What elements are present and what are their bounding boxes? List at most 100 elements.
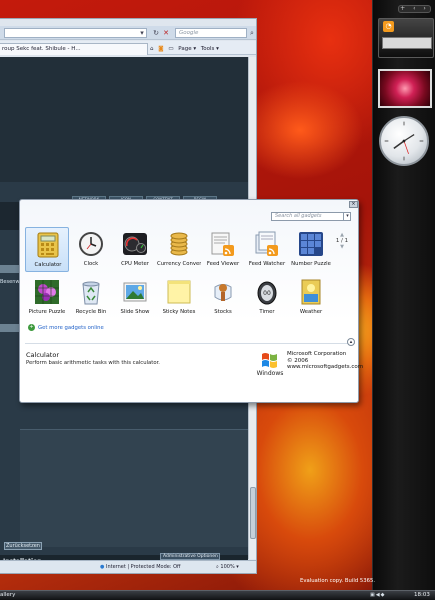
- gadget-tile-slide-show[interactable]: Slide Show: [113, 275, 157, 320]
- taskbar-item-gallery[interactable]: allery: [0, 591, 20, 600]
- gadget-tile-stocks[interactable]: Stocks: [201, 275, 245, 320]
- page-down-icon[interactable]: ▼: [333, 244, 351, 250]
- close-button[interactable]: ×: [349, 201, 358, 208]
- timer-icon: 00: [257, 281, 277, 305]
- gadget-label: Timer: [259, 309, 275, 315]
- clock-time[interactable]: 18:03: [414, 591, 430, 600]
- gadget-tile-sticky-notes[interactable]: Sticky Notes: [157, 275, 201, 320]
- hide-details-button[interactable]: ▴: [347, 338, 355, 346]
- print-icon[interactable]: ▭: [168, 44, 173, 54]
- tab-row: roup Sekc feat. Shibule - H... ⌂ ◙ ▭ Pag…: [0, 41, 256, 55]
- page-left-strip: [0, 324, 20, 332]
- gadget-search-input[interactable]: Search all gadgets ▾: [271, 212, 351, 221]
- windows-sidebar: + ‹ › ◔: [372, 0, 435, 590]
- gadget-tile-feed-viewer[interactable]: Feed Viewer: [201, 227, 245, 272]
- clock-gadget[interactable]: [379, 116, 429, 166]
- gadget-label: Clock: [83, 261, 99, 267]
- details-title: Calculator: [26, 351, 60, 359]
- gadget-tile-weather[interactable]: Weather: [289, 275, 333, 320]
- gadget-tile-timer[interactable]: 00 Timer: [245, 275, 289, 320]
- gadget-label: Weather: [299, 309, 323, 315]
- rss-icon: ◔: [383, 21, 394, 32]
- security-zone-label: ● Internet | Protected Mode: Off: [100, 564, 181, 570]
- gadget-label: Feed Watcher: [248, 261, 286, 267]
- search-input[interactable]: Google: [175, 28, 247, 38]
- stop-icon[interactable]: ✕: [161, 28, 171, 38]
- evaluation-watermark: Evaluation copy. Build 5365.: [300, 578, 376, 584]
- page-left-label: Besenw: [0, 279, 20, 285]
- slideshow-gadget[interactable]: [378, 69, 432, 108]
- calculator-icon: [37, 232, 59, 258]
- taskbar: allery ▣◀◆ 18:03: [0, 590, 435, 600]
- page-indicator: ▲ 1 / 1 ▼: [333, 232, 351, 260]
- cpu-meter-icon: [123, 233, 147, 255]
- page-left-strip: [0, 265, 20, 273]
- tools-menu[interactable]: Tools ▾: [201, 44, 219, 54]
- admin-options-select[interactable]: Administrative Optionen: [160, 553, 220, 560]
- status-bar: ● Internet | Protected Mode: Off ⌕ 100% …: [0, 560, 256, 573]
- gadget-gallery-window[interactable]: × Search all gadgets ▾ Calculator Clock …: [19, 199, 363, 403]
- get-more-gadgets-link[interactable]: + Get more gadgets online: [28, 324, 148, 332]
- gadget-tile-picture-puzzle[interactable]: Picture Puzzle: [25, 275, 69, 320]
- sidebar-controls[interactable]: + ‹ ›: [398, 5, 431, 13]
- home-icon[interactable]: ⌂: [150, 44, 154, 54]
- globe-icon: ●: [100, 564, 105, 570]
- gadget-tile-calculator[interactable]: Calculator: [25, 227, 69, 272]
- gadget-label: Stocks: [214, 309, 232, 315]
- publisher-url[interactable]: www.microsoftgadgets.com: [287, 364, 363, 371]
- dropdown-arrow-icon[interactable]: ▾: [137, 28, 147, 38]
- feed-headlines-gadget[interactable]: ◔: [378, 18, 434, 58]
- page-panel: [20, 429, 248, 547]
- address-field[interactable]: ▾: [4, 28, 147, 38]
- windows-logo: Windows: [257, 353, 284, 377]
- globe-plus-icon: +: [28, 324, 35, 331]
- desktop-wallpaper: ▾ ↻ ✕ Google ⌕ roup Sekc feat. Shibule -…: [0, 0, 435, 600]
- stocks-icon: [214, 284, 232, 301]
- zoom-icon: ⌕: [216, 564, 219, 570]
- gadget-label: Feed Viewer: [206, 261, 240, 267]
- gadget-grid: Calculator Clock CPU Meter Currency Conv…: [25, 227, 333, 321]
- gadget-tile-recycle-bin[interactable]: Recycle Bin: [69, 275, 113, 320]
- feed-bar: [382, 37, 432, 49]
- gadget-tile-number-puzzle[interactable]: Number Puzzle: [289, 227, 333, 272]
- gadget-tile-currency[interactable]: Currency Convers...: [157, 227, 201, 272]
- weather-icon: [301, 279, 321, 305]
- zoom-level[interactable]: ⌕ 100% ▾: [216, 561, 239, 573]
- svg-text:Windows: Windows: [257, 370, 284, 377]
- tab-active[interactable]: roup Sekc feat. Shibule - H...: [0, 43, 148, 55]
- details-divider: [25, 343, 355, 344]
- page-menu[interactable]: Page ▾: [178, 44, 196, 54]
- gadget-label: CPU Meter: [121, 261, 149, 267]
- gadget-label: Calculator: [34, 262, 62, 268]
- chevron-down-icon[interactable]: ▾: [343, 212, 351, 221]
- gadget-tile-clock[interactable]: Clock: [69, 227, 113, 272]
- gadget-tile-feed-watcher[interactable]: Feed Watcher: [245, 227, 289, 272]
- gadget-label: Number Puzzle: [291, 261, 331, 267]
- refresh-icon[interactable]: ↻: [151, 28, 161, 38]
- sticky-notes-icon: [167, 280, 191, 304]
- recycle-bin-icon: [82, 281, 100, 305]
- scrollbar-thumb[interactable]: [250, 487, 256, 539]
- currency-icon: [170, 232, 188, 256]
- rss-icon[interactable]: ◙: [158, 44, 163, 54]
- gadget-label: Currency Convers...: [157, 261, 201, 267]
- lang-icon[interactable]: ◆: [381, 592, 386, 598]
- address-bar-row: ▾ ↻ ✕ Google ⌕: [0, 26, 256, 40]
- feed-watcher-icon: [255, 231, 278, 256]
- picture-puzzle-icon: [35, 280, 59, 304]
- gadget-label: Picture Puzzle: [28, 309, 66, 315]
- reset-button[interactable]: Zurücksetzen: [4, 542, 42, 550]
- gadget-label: Sticky Notes: [162, 309, 196, 315]
- gadget-tile-cpu-meter[interactable]: CPU Meter: [113, 227, 157, 272]
- page-header-area: [0, 57, 248, 182]
- number-puzzle-icon: [299, 232, 323, 256]
- search-icon[interactable]: ⌕: [247, 28, 256, 38]
- gadget-label: Recycle Bin: [75, 309, 107, 315]
- gadget-label: Slide Show: [120, 309, 150, 315]
- feed-viewer-icon: [211, 232, 234, 256]
- slide-show-icon: [123, 282, 147, 302]
- svg-text:00: 00: [263, 290, 271, 297]
- details-description: Perform basic arithmetic tasks with this…: [26, 360, 160, 366]
- publisher-info: Microsoft Corporation © 2006 www.microso…: [287, 351, 363, 371]
- system-tray: ▣◀◆: [370, 592, 406, 599]
